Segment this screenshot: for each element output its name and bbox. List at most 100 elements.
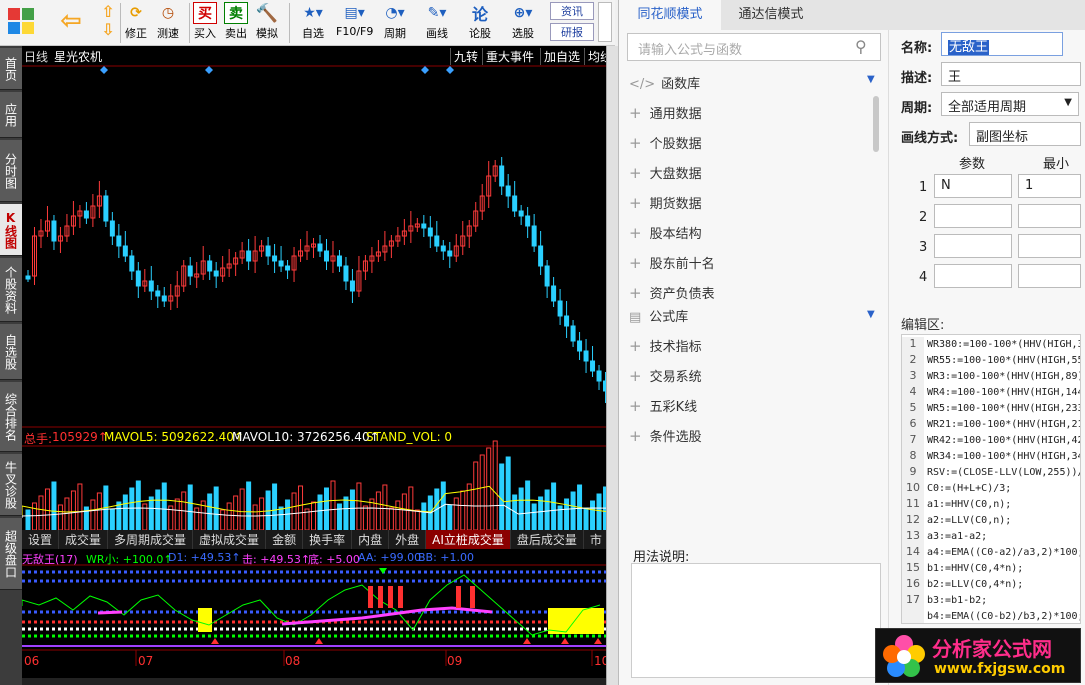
volume-bar	[531, 503, 537, 531]
tree-label: 期货数据	[649, 197, 702, 212]
tree-item-trade[interactable]: + 交易系统	[629, 366, 702, 385]
param-min-field[interactable]: 1	[1018, 174, 1081, 198]
tree-item-capital[interactable]: + 股本结构	[629, 223, 702, 242]
tab-stock-info[interactable]: 个股资料	[0, 258, 22, 322]
desc-field[interactable]: 王	[941, 62, 1081, 86]
period-label: 日线	[24, 50, 49, 64]
buy-button[interactable]: 买买入	[193, 2, 217, 41]
tab-super-panel[interactable]: 超级盘口	[0, 518, 22, 590]
add-watchlist-button[interactable]: 加自选	[540, 48, 580, 65]
discuss-button[interactable]: 论论股	[468, 2, 492, 41]
refresh-icon: ⟳	[130, 5, 142, 21]
f10-button[interactable]: ▤▾ F10/F9	[336, 2, 373, 38]
func-lib-label: 函数库	[661, 77, 701, 92]
tab-apps[interactable]: 应用	[0, 92, 22, 138]
tab-tdx-mode[interactable]: 通达信模式	[721, 0, 821, 30]
tree-item-futures[interactable]: + 期货数据	[629, 193, 702, 212]
func-lib-chevron-icon[interactable]: ▼	[867, 74, 875, 85]
tree-item-market[interactable]: + 大盘数据	[629, 163, 702, 182]
news-button[interactable]: 资讯	[550, 2, 594, 20]
tab-after-volume[interactable]: 盘后成交量	[511, 530, 584, 549]
fix-button[interactable]: ⟳ 修正	[124, 2, 148, 41]
tab-kline[interactable]: K线图	[0, 204, 22, 256]
pencil-icon: ✎▾	[427, 5, 447, 21]
tree-item-tech[interactable]: + 技术指标	[629, 336, 702, 355]
month-09: 09	[447, 654, 463, 668]
search-icon[interactable]: ⚲	[855, 37, 867, 56]
watchlist-button[interactable]: ★▾ 自选	[296, 2, 330, 41]
tree-scrollbar[interactable]	[873, 96, 879, 152]
tab-multi-volume[interactable]: 多周期成交量	[108, 530, 194, 549]
arrow-up-icon: ⇧	[101, 1, 115, 21]
tree-item-balance[interactable]: + 资产负债表	[629, 283, 715, 302]
tree-item-general[interactable]: + 通用数据	[629, 103, 702, 122]
research-button[interactable]: 研报	[550, 23, 594, 41]
volume-bar	[505, 456, 511, 531]
candle-body	[564, 315, 570, 327]
volume-bar	[408, 486, 414, 531]
kline-chart[interactable]: 日线 星光农机 九转 重大事件 加自选 均线 总手: 105929↑ MAVOL…	[22, 46, 606, 678]
up-down-buttons[interactable]: ⇧ ⇩	[96, 1, 120, 39]
green-arrow	[379, 568, 387, 574]
tab-diagnosis[interactable]: 牛叉诊股	[0, 454, 22, 516]
line-number: 2	[902, 353, 924, 369]
tab-home[interactable]: 首页	[0, 48, 22, 90]
func-lib-header[interactable]: </> 函数库	[629, 73, 700, 92]
line-number: 7	[902, 433, 924, 449]
back-button[interactable]: ⇦	[56, 2, 86, 40]
name-field[interactable]: 无敌王	[941, 32, 1063, 56]
formula-lib-chevron-icon[interactable]: ▼	[867, 309, 875, 320]
period-select[interactable]: 全部适用周期 ▼	[941, 92, 1079, 116]
tab-outer[interactable]: 外盘	[389, 530, 427, 549]
tree-item-condition[interactable]: + 条件选股	[629, 426, 702, 445]
code-editor[interactable]: 1 WR380:=100-100*(HHV(HIGH,3 2 WR55:=100-10…	[901, 334, 1081, 624]
tab-settings[interactable]: 设置	[22, 530, 60, 549]
period-icon: ◔▾	[385, 5, 405, 21]
tab-amount[interactable]: 金额	[266, 530, 304, 549]
draw-line-button[interactable]: ✎▾ 画线	[420, 2, 454, 41]
pick-stock-button[interactable]: ⊕▾ 选股	[505, 2, 541, 41]
param-name-field[interactable]	[934, 234, 1012, 258]
toolbar-more[interactable]	[598, 2, 612, 42]
volume-bar	[252, 504, 258, 531]
tree-item-top10[interactable]: + 股东前十名	[629, 253, 715, 272]
menu-logo[interactable]	[4, 2, 38, 40]
watermark-title: 分析家公式网	[932, 637, 1052, 661]
sell-button[interactable]: 卖卖出	[224, 2, 248, 41]
tab-virtual-volume[interactable]: 虚拟成交量	[193, 530, 267, 549]
tab-market[interactable]: 市	[584, 530, 606, 549]
candle-body	[349, 280, 355, 292]
tab-ai-volume[interactable]: AI立桩成交量	[426, 530, 511, 549]
param-min-field[interactable]	[1018, 204, 1081, 228]
param-name-field[interactable]: N	[934, 174, 1012, 198]
tab-volume[interactable]: 成交量	[59, 530, 109, 549]
chart-splitter[interactable]	[606, 46, 618, 685]
draw-select[interactable]: 副图坐标	[969, 122, 1081, 146]
formula-lib-header[interactable]: ▤ 公式库	[629, 306, 688, 325]
param-name-field[interactable]	[934, 264, 1012, 288]
speed-test-button[interactable]: ◷ 测速	[156, 2, 180, 41]
nine-turn-button[interactable]: 九转	[450, 48, 478, 65]
major-event-button[interactable]: 重大事件	[482, 48, 534, 65]
tab-inner[interactable]: 内盘	[352, 530, 390, 549]
volume-bar	[473, 461, 479, 531]
tab-watchlist[interactable]: 自选股	[0, 324, 22, 380]
period-button[interactable]: ◔▾ 周期	[378, 2, 412, 41]
indicator-bottom: 底: +5.00	[308, 553, 360, 566]
tab-timeshare[interactable]: 分时图	[0, 140, 22, 202]
tree-item-color-kline[interactable]: + 五彩K线	[629, 396, 697, 415]
param-min-field[interactable]	[1018, 264, 1081, 288]
tree-item-stock[interactable]: + 个股数据	[629, 133, 702, 152]
tab-ths-mode[interactable]: 同花顺模式	[619, 0, 721, 30]
param-min-field[interactable]	[1018, 234, 1081, 258]
volume-bar	[538, 496, 544, 531]
usage-textarea[interactable]	[631, 563, 881, 678]
tab-turnover[interactable]: 换手率	[303, 530, 353, 549]
simulate-button[interactable]: 🔨 模拟	[255, 2, 279, 41]
volume-bar	[311, 501, 317, 531]
formula-search-input[interactable]: 请输入公式与函数	[627, 33, 881, 61]
ma-button[interactable]: 均线	[584, 48, 606, 65]
tab-ranking[interactable]: 综合排名	[0, 382, 22, 452]
param-name-field[interactable]	[934, 204, 1012, 228]
signal-bar	[398, 586, 403, 608]
